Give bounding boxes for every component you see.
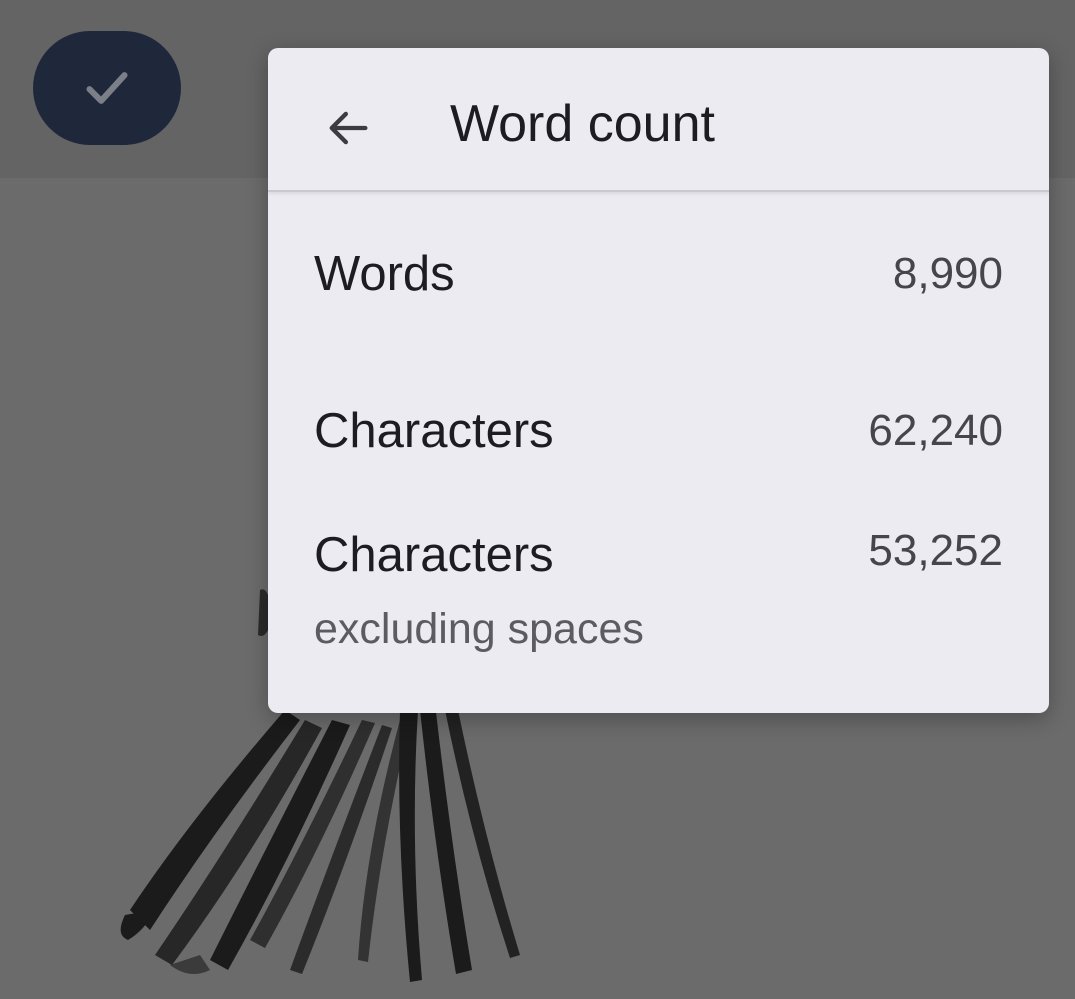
characters-label: Characters <box>314 404 554 458</box>
characters-no-spaces-label: Characters <box>314 528 554 582</box>
back-button[interactable] <box>308 88 388 168</box>
characters-value: 62,240 <box>868 406 1003 455</box>
characters-no-spaces-sublabel: excluding spaces <box>314 605 644 653</box>
words-label: Words <box>314 247 455 301</box>
dialog-header: Word count <box>268 48 1049 192</box>
words-value: 8,990 <box>892 249 1003 298</box>
characters-no-spaces-value: 53,252 <box>868 526 1003 575</box>
done-button[interactable] <box>33 31 181 145</box>
word-count-dialog: Word count Words 8,990 Characters 62,240… <box>268 48 1049 713</box>
arrow-back-icon <box>329 111 368 145</box>
dialog-title: Word count <box>450 95 715 153</box>
check-icon <box>86 72 128 104</box>
